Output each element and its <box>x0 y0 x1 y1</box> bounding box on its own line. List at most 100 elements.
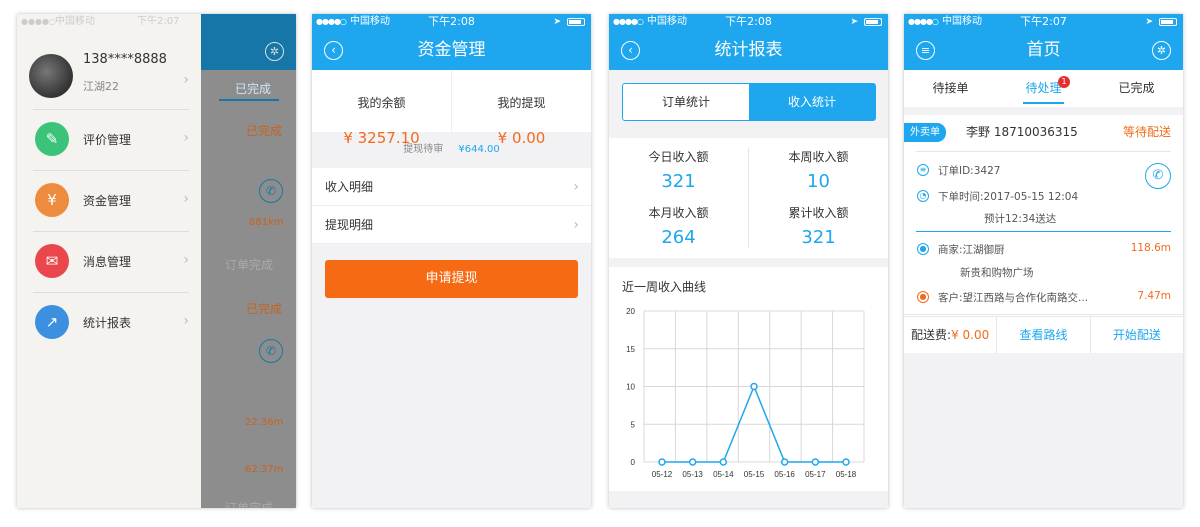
menu-label: 消息管理 <box>83 255 132 269</box>
profile-header[interactable]: 138****8888 江湖22 › <box>29 50 189 110</box>
background-page-dimmed[interactable]: ✲ 已完成 已完成 ✆ 881km 订单完成 已完成 ✆ 22.36m 62.3… <box>201 14 296 508</box>
menu-icon[interactable]: ≡ <box>916 41 935 60</box>
phone-icon: ✆ <box>259 339 283 363</box>
y-tick-label: 10 <box>626 383 635 392</box>
order-time: 下单时间:2017-05-15 12:04 <box>938 191 1079 203</box>
location-pin-icon: ● <box>917 291 929 303</box>
income-stats-panel: 今日收入额 321 本周收入额 10 本月收入额 264 累计收入额 321 <box>609 138 888 258</box>
chevron-right-icon: › <box>183 72 189 88</box>
segmented-control: 订单统计 收入统计 <box>622 83 876 121</box>
y-tick-label: 0 <box>631 458 636 467</box>
page-title: 资金管理 <box>417 40 486 60</box>
menu-item-reviews[interactable]: ✎ 评价管理 › <box>33 109 189 169</box>
chevron-right-icon: › <box>183 252 189 268</box>
merchant-address: 新贵和购物广场 <box>960 267 1034 279</box>
order-id: 订单ID:3427 <box>938 165 1001 177</box>
tab-order-stats[interactable]: 订单统计 <box>623 84 749 120</box>
order-status: 等待配送 <box>1122 125 1171 139</box>
navbar: ‹ 资金管理 <box>312 30 591 70</box>
screen-home: ●●●●○ 中国移动 下午2:07 ➤ ≡ 首页 ✲ 待接单 待处理 1 已完成… <box>904 14 1183 508</box>
tab-pending-accept[interactable]: 待接单 <box>904 70 997 107</box>
page-title: 统计报表 <box>714 40 783 60</box>
x-tick-label: 05-17 <box>805 470 826 479</box>
stat-month: 本月收入额 264 <box>648 206 709 248</box>
menu-item-messages[interactable]: ✉ 消息管理 › <box>33 231 189 291</box>
notification-badge: 1 <box>1058 76 1070 88</box>
data-point <box>842 458 850 466</box>
order-tabs: 待接单 待处理 1 已完成 <box>904 70 1183 107</box>
background-navbar: ✲ <box>201 14 296 70</box>
eta: 预计12:34送达 <box>984 213 1057 225</box>
client-distance: 7.47m <box>1137 290 1171 302</box>
data-point <box>658 458 666 466</box>
screen-drawer: ✲ 已完成 已完成 ✆ 881km 订单完成 已完成 ✆ 22.36m 62.3… <box>17 14 296 508</box>
balance-panel: 我的余额 ¥ 3257.10 我的提现 ¥ 0.00 <box>312 70 591 147</box>
stat-week: 本周收入额 10 <box>788 150 849 192</box>
row-label: 提现明细 <box>325 218 374 232</box>
status-bar: ●●●●○ 中国移动 下午2:07 <box>21 16 180 27</box>
background-distance: 62.37m <box>245 464 284 475</box>
apply-withdraw-button[interactable]: 申请提现 <box>325 260 578 298</box>
phone-icon: ✆ <box>259 179 283 203</box>
order-card[interactable]: 外卖单 李野 18710036315 等待配送 ≡ 订单ID:3427 ◔ 下单… <box>904 115 1183 353</box>
navbar: ≡ 首页 ✲ <box>904 30 1183 70</box>
clock-icon: ◔ <box>917 190 929 202</box>
data-point <box>780 458 789 466</box>
status-bar: ●●●●○ 中国移动 下午2:07 ➤ <box>904 14 1183 30</box>
page-title: 首页 <box>1026 40 1061 60</box>
order-actions: 配送费:¥ 0.00 查看路线 开始配送 <box>904 316 1183 353</box>
data-point <box>688 458 697 466</box>
row-withdraw-details[interactable]: 提现明细 › <box>312 206 591 244</box>
order-type-tag: 外卖单 <box>904 123 946 142</box>
review-icon: ✎ <box>35 122 69 156</box>
x-tick-label: 05-14 <box>713 470 734 479</box>
avatar <box>29 54 73 98</box>
y-tick-label: 15 <box>626 345 635 354</box>
back-icon[interactable]: ‹ <box>324 41 343 60</box>
row-income-details[interactable]: 收入明细 › <box>312 168 591 206</box>
withdraw-label: 我的提现 <box>497 96 546 110</box>
chevron-right-icon: › <box>573 217 579 233</box>
menu-item-funds[interactable]: ¥ 资金管理 › <box>33 170 189 230</box>
phone-icon[interactable]: ✆ <box>1145 163 1171 189</box>
y-tick-label: 20 <box>626 307 635 316</box>
wallet-icon: ¥ <box>35 183 69 217</box>
background-distance: 22.36m <box>245 417 284 428</box>
side-drawer: ●●●●○ 中国移动 下午2:07 138****8888 江湖22 › ✎ 评… <box>17 14 201 508</box>
tab-income-stats[interactable]: 收入统计 <box>749 84 875 120</box>
x-tick-label: 05-15 <box>744 470 765 479</box>
data-point <box>719 458 728 466</box>
tab-completed[interactable]: 已完成 <box>1090 70 1183 107</box>
status-bar: ●●●●○ 中国移动 下午2:08 ➤ <box>312 14 591 30</box>
chart-icon: ↗ <box>35 305 69 339</box>
chevron-right-icon: › <box>183 313 189 329</box>
chevron-right-icon: › <box>183 191 189 207</box>
data-point <box>811 458 820 466</box>
x-tick-label: 05-12 <box>652 470 673 479</box>
data-point <box>750 382 758 391</box>
view-route-button[interactable]: 查看路线 <box>996 317 1089 353</box>
merchant-distance: 118.6m <box>1130 242 1171 254</box>
delivery-fee: 配送费:¥ 0.00 <box>904 317 996 353</box>
stat-total: 累计收入额 321 <box>788 206 849 248</box>
background-status: 已完成 <box>246 302 283 316</box>
background-status: 订单完成 <box>225 258 274 272</box>
balance-label: 我的余额 <box>357 96 406 110</box>
start-delivery-button[interactable]: 开始配送 <box>1089 317 1183 353</box>
row-label: 收入明细 <box>325 180 374 194</box>
menu-item-reports[interactable]: ↗ 统计报表 › <box>33 292 189 352</box>
tab-label: 待处理 <box>1025 81 1062 95</box>
status-bar: ●●●●○ 中国移动 下午2:08 ➤ <box>609 14 888 30</box>
income-chart-panel: 近一周收入曲线 0 5 10 15 20 05-12 05-13 05-14 05-15 05-1… <box>609 267 888 491</box>
background-status: 已完成 <box>246 124 283 138</box>
pending-value: ¥644.00 <box>458 144 500 155</box>
y-tick-label: 5 <box>631 420 636 429</box>
screen-statistics: ●●●●○ 中国移动 下午2:08 ➤ ‹ 统计报表 订单统计 收入统计 今日收… <box>609 14 888 508</box>
income-line-chart: 0 5 10 15 20 05-12 05-13 05-14 05-15 05-16 05-17 05… <box>626 307 865 479</box>
back-icon[interactable]: ‹ <box>621 41 640 60</box>
chevron-right-icon: › <box>573 179 579 195</box>
background-tab-done: 已完成 <box>235 82 272 96</box>
settings-icon[interactable]: ✲ <box>1152 41 1171 60</box>
tab-processing[interactable]: 待处理 1 <box>997 70 1090 107</box>
settings-icon: ✲ <box>265 42 284 61</box>
